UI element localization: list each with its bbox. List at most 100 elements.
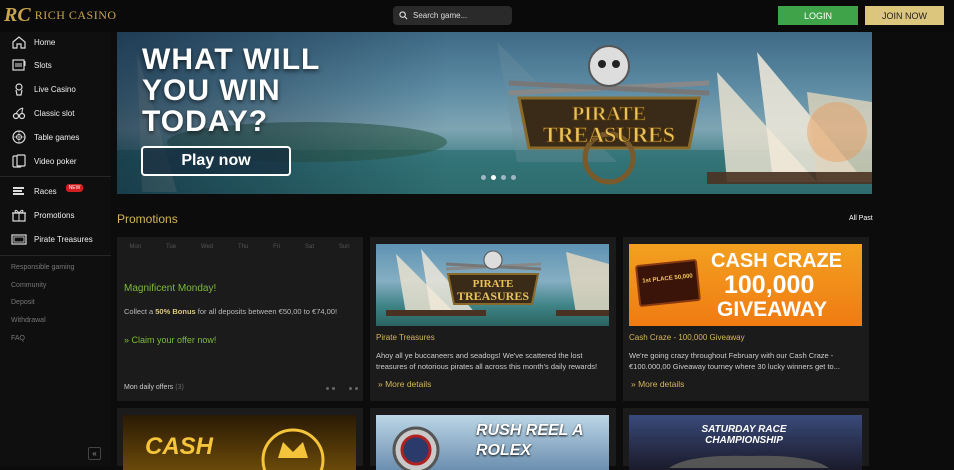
sidebar-item-classic-slot[interactable]: Classic slot: [11, 105, 74, 121]
promo-card-title: Cash Craze - 100,000 Giveaway: [629, 333, 745, 342]
promo-body-prefix: Collect a: [124, 307, 156, 316]
promo-body-suffix: for all deposits between €50,00 to €74,0…: [195, 307, 338, 316]
sidebar-item-label: Video poker: [34, 156, 77, 166]
login-button[interactable]: LOGIN: [778, 6, 858, 25]
logo-text: RICH CASINO: [34, 7, 117, 22]
logo[interactable]: RC RICH CASINO: [4, 5, 117, 25]
sidebar-item-label: Slots: [34, 60, 52, 70]
sidebar-item-label: Pirate Treasures: [34, 234, 93, 244]
pirate-treasures-logo: PIRATE TREASURES: [508, 45, 710, 185]
cash-image-text: CASH: [145, 433, 214, 460]
sidebar-item-home[interactable]: Home: [11, 34, 55, 50]
pirate-ships-image: PIRATE TREASURES: [386, 249, 609, 316]
treasure-icon: [11, 234, 27, 245]
more-details-link[interactable]: » More details: [378, 379, 431, 389]
hero-banner[interactable]: PIRATE TREASURES WHAT WILL YOU WIN TODAY…: [117, 32, 872, 194]
promo-card-cash[interactable]: CASH: [117, 408, 363, 470]
promo-card-cash-craze[interactable]: 1st PLACE 50,000 CASH CRAZE 100,000 GIVE…: [623, 237, 869, 401]
home-icon: [12, 36, 26, 49]
more-details-link[interactable]: » More details: [631, 379, 684, 389]
search-box[interactable]: [393, 6, 512, 25]
sidebar-item-label: Classic slot: [34, 108, 75, 118]
sidebar-item-video-poker[interactable]: Video poker: [11, 153, 77, 169]
saturday-race-image-text: SATURDAY RACE CHAMPIONSHIP: [701, 424, 787, 446]
link-community[interactable]: Community: [11, 282, 46, 289]
promo-image-saturday-race: SATURDAY RACE CHAMPIONSHIP: [629, 415, 862, 470]
dealer-icon: [15, 83, 23, 96]
all-past-link[interactable]: All Past: [849, 215, 873, 222]
tab-mon[interactable]: Mon: [129, 244, 141, 250]
sidebar-item-races[interactable]: Races NEW: [11, 183, 84, 199]
sidebar-item-promotions[interactable]: Promotions: [11, 207, 74, 223]
cash-craze-line2: 100,000: [724, 271, 815, 299]
watch-icon: [392, 426, 440, 470]
top-bar: RC RICH CASINO LOGIN JOIN NOW: [0, 0, 954, 32]
play-now-button[interactable]: Play now: [141, 146, 291, 176]
tab-thu[interactable]: Thu: [238, 244, 248, 250]
tab-fri[interactable]: Fri: [273, 244, 280, 250]
carousel-dot[interactable]: [501, 175, 506, 180]
cards-icon: [12, 154, 26, 168]
races-icon: [13, 187, 24, 195]
promo-image-cash: CASH: [123, 415, 356, 470]
tab-sun[interactable]: Sun: [339, 244, 350, 250]
offer-pager[interactable]: [326, 387, 358, 390]
sidebar-item-pirate-treasures[interactable]: Pirate Treasures: [11, 231, 93, 247]
carousel-dot[interactable]: [511, 175, 516, 180]
sidebar-item-label: Promotions: [34, 210, 75, 220]
daily-offers-text: Mon daily offers: [124, 384, 174, 391]
roulette-icon: [12, 130, 26, 144]
pager-dot: [332, 387, 335, 390]
promo-description: Collect a 50% Bonus for all deposits bet…: [124, 307, 359, 316]
promo-image-pirate-treasures: PIRATE TREASURES: [376, 244, 609, 326]
carousel-dot-active[interactable]: [491, 175, 496, 180]
sidebar: Home Slots Live Casino Classic slot Tabl…: [0, 32, 111, 466]
slot-machine-icon: [12, 59, 26, 71]
sidebar-collapse-button[interactable]: «: [88, 447, 101, 460]
tab-tue[interactable]: Tue: [166, 244, 176, 250]
claim-offer-link[interactable]: » Claim your offer now!: [124, 335, 216, 345]
promo-card-text: Ahoy all ye buccaneers and seadogs! We'v…: [376, 351, 598, 371]
tab-wed[interactable]: Wed: [201, 244, 213, 250]
pager-gap: [338, 387, 346, 390]
sidebar-item-slots[interactable]: Slots: [11, 57, 52, 73]
promo-image-cash-craze: 1st PLACE 50,000 CASH CRAZE 100,000 GIVE…: [629, 244, 862, 326]
tab-sat[interactable]: Sat: [305, 244, 314, 250]
rush-reel-image-text: RUSH REEL A ROLEX: [476, 422, 583, 459]
sidebar-item-label: Live Casino: [34, 84, 76, 94]
promo-card-rush-reel[interactable]: RUSH REEL A ROLEX: [370, 408, 616, 470]
sidebar-item-label: Home: [34, 37, 56, 47]
pager-dot: [326, 387, 329, 390]
svg-text:TREASURES: TREASURES: [457, 289, 529, 303]
svg-text:TREASURES: TREASURES: [543, 122, 675, 147]
promo-heading: Magnificent Monday!: [124, 283, 217, 294]
sidebar-item-label: Races: [34, 186, 57, 196]
promo-image-rush-reel: RUSH REEL A ROLEX: [376, 415, 609, 470]
daily-offers-label: Mon daily offers (3): [124, 384, 184, 391]
crown-icon: [261, 428, 325, 470]
promo-card-pirate-treasures[interactable]: PIRATE TREASURES Pirate Treasures Ahoy a…: [370, 237, 616, 401]
daily-offer-card: Mon Tue Wed Thu Fri Sat Sun Magnificent …: [117, 237, 363, 401]
pager-dot: [349, 387, 352, 390]
banner-headline: WHAT WILL YOU WIN TODAY?: [142, 43, 320, 138]
link-responsible-gaming[interactable]: Responsible gaming: [11, 264, 74, 271]
promo-bonus-amount: 50% Bonus: [155, 307, 196, 316]
sidebar-item-label: Table games: [34, 132, 80, 142]
sidebar-item-table-games[interactable]: Table games: [11, 129, 79, 145]
daily-offers-count: (3): [175, 384, 184, 391]
carousel-dot[interactable]: [481, 175, 486, 180]
sidebar-divider: [0, 176, 111, 177]
search-input[interactable]: [413, 11, 503, 20]
promo-card-saturday-race[interactable]: SATURDAY RACE CHAMPIONSHIP: [623, 408, 869, 470]
cash-craze-line3: GIVEAWAY: [717, 298, 828, 321]
promo-card-title: Pirate Treasures: [376, 333, 435, 342]
join-now-button[interactable]: JOIN NOW: [865, 6, 944, 25]
search-icon: [399, 11, 408, 20]
sidebar-item-live-casino[interactable]: Live Casino: [11, 81, 76, 97]
link-withdrawal[interactable]: Withdrawal: [11, 317, 46, 324]
link-deposit[interactable]: Deposit: [11, 299, 35, 306]
sidebar-divider: [0, 255, 111, 256]
prize-label: 1st PLACE 50,000: [642, 273, 694, 285]
promotions-title: Promotions: [117, 212, 178, 226]
link-faq[interactable]: FAQ: [11, 335, 25, 342]
